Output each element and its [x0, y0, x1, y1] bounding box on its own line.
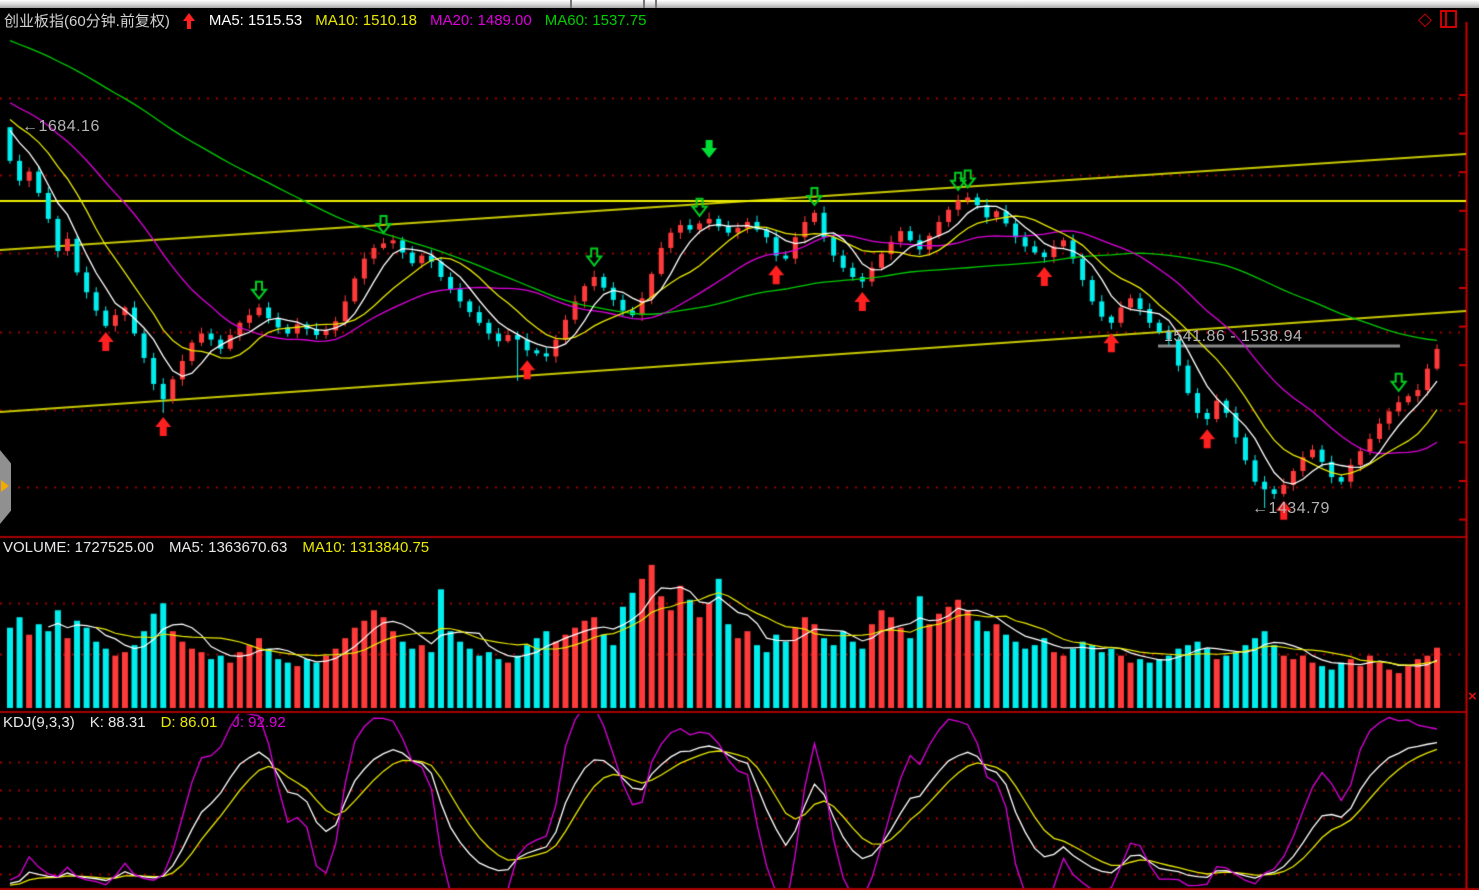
kdj-k-value: K: 88.31 — [90, 714, 146, 731]
lowest-price-label: ←1434.79 — [1252, 500, 1330, 518]
ma10-value: MA10: 1510.18 — [315, 12, 417, 29]
window-titlebar[interactable] — [0, 0, 1479, 8]
diamond-tool-icon[interactable]: ◇ — [1418, 11, 1432, 27]
kdj-d-value: D: 86.01 — [161, 714, 218, 731]
price-range-label: 1541.86 - 1538.94 — [1164, 328, 1302, 346]
titlebar-splitter[interactable] — [655, 0, 657, 8]
volume-value: VOLUME: 1727525.00 — [3, 539, 154, 556]
volume-ma10-value: MA10: 1313840.75 — [302, 539, 429, 556]
volume-header: VOLUME: 1727525.00 MA5: 1363670.63 MA10:… — [3, 539, 429, 556]
main-chart-header: 创业板指(60分钟.前复权) MA5: 1515.53 MA10: 1510.1… — [4, 10, 647, 31]
instrument-title: 创业板指(60分钟.前复权) — [4, 10, 170, 31]
ma5-value: MA5: 1515.53 — [209, 12, 302, 29]
ma20-value: MA20: 1489.00 — [430, 12, 532, 29]
up-arrow-icon — [183, 13, 196, 29]
titlebar-splitter[interactable] — [570, 0, 572, 8]
ma60-value: MA60: 1537.75 — [545, 12, 647, 29]
titlebar-splitter[interactable] — [643, 0, 645, 8]
split-pane-icon[interactable] — [1440, 10, 1457, 28]
volume-ma5-value: MA5: 1363670.63 — [169, 539, 287, 556]
kdj-header: KDJ(9,3,3) K: 88.31 D: 86.01 J: 92.92 — [3, 714, 286, 731]
chart-canvas[interactable] — [0, 0, 1479, 890]
kdj-j-value: J: 92.92 — [232, 714, 285, 731]
expand-arrow-icon — [1, 480, 9, 492]
highest-price-label: ←1684.16 — [22, 118, 100, 136]
kdj-name: KDJ(9,3,3) — [3, 714, 75, 731]
panel-close-icon[interactable]: × — [1468, 690, 1477, 704]
chart-app-window: 创业板指(60分钟.前复权) MA5: 1515.53 MA10: 1510.1… — [0, 0, 1479, 890]
